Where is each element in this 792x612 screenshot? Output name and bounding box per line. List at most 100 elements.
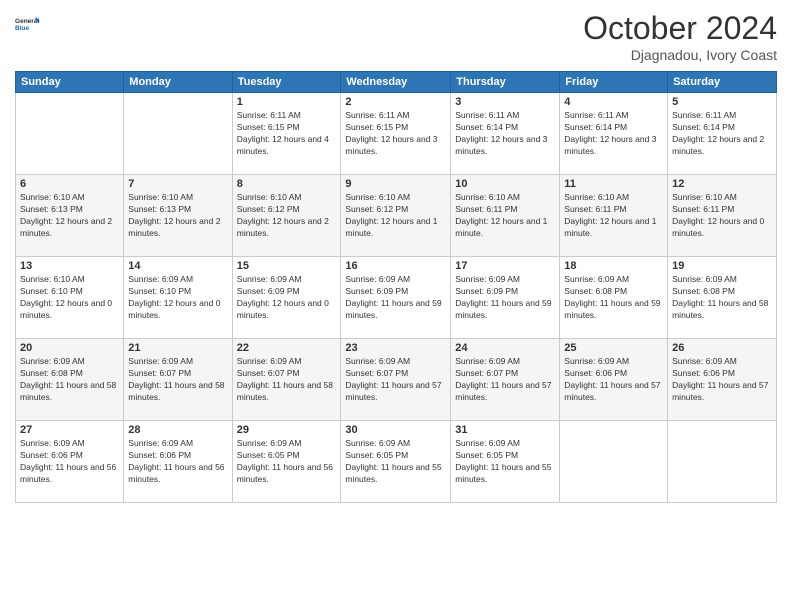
table-row: 3Sunrise: 6:11 AM Sunset: 6:14 PM Daylig… bbox=[451, 93, 560, 175]
calendar-week-row: 6 Sunrise: 6:10 AM Sunset: 6:13 PM Daylig… bbox=[16, 175, 777, 257]
table-row: 17 Sunrise: 6:09 AM Sunset: 6:09 PM Dayli… bbox=[451, 257, 560, 339]
table-row: 13 Sunrise: 6:10 AM Sunset: 6:10 PM Dayli… bbox=[16, 257, 124, 339]
day-info: Sunrise: 6:09 AM Sunset: 6:06 PM Dayligh… bbox=[672, 356, 772, 404]
day-info: Sunrise: 6:09 AM Sunset: 6:09 PM Dayligh… bbox=[237, 274, 337, 322]
col-thursday: Thursday bbox=[451, 72, 560, 93]
table-row: 11 Sunrise: 6:10 AM Sunset: 6:11 PM Dayli… bbox=[560, 175, 668, 257]
table-row: 28Sunrise: 6:09 AM Sunset: 6:06 PM Dayli… bbox=[124, 421, 232, 503]
table-row: 14Sunrise: 6:09 AM Sunset: 6:10 PM Dayli… bbox=[124, 257, 232, 339]
table-row bbox=[124, 93, 232, 175]
day-info: Sunrise: 6:09 AM Sunset: 6:05 PM Dayligh… bbox=[455, 438, 555, 486]
day-number: 26 bbox=[672, 342, 772, 354]
calendar-week-row: 27 Sunrise: 6:09 AM Sunset: 6:06 PM Dayli… bbox=[16, 421, 777, 503]
day-number: 11 bbox=[564, 178, 663, 190]
day-number: 6 bbox=[20, 178, 119, 190]
day-number: 18 bbox=[564, 260, 663, 272]
col-sunday: Sunday bbox=[16, 72, 124, 93]
table-row: 10 Sunrise: 6:10 AM Sunset: 6:11 PM Dayli… bbox=[451, 175, 560, 257]
table-row: 15 Sunrise: 6:09 AM Sunset: 6:09 PM Dayli… bbox=[232, 257, 341, 339]
table-row bbox=[668, 421, 777, 503]
day-info: Sunrise: 6:09 AM Sunset: 6:06 PM Dayligh… bbox=[20, 438, 119, 486]
calendar-page: GeneralBlue October 2024 Djagnadou, Ivor… bbox=[0, 0, 792, 612]
col-tuesday: Tuesday bbox=[232, 72, 341, 93]
day-info: Sunrise: 6:11 AM Sunset: 6:14 PM Dayligh… bbox=[455, 110, 555, 158]
table-row: 21Sunrise: 6:09 AM Sunset: 6:07 PM Dayli… bbox=[124, 339, 232, 421]
logo: GeneralBlue bbox=[15, 10, 43, 38]
day-number: 7 bbox=[128, 178, 227, 190]
calendar-week-row: 1 Sunrise: 6:11 AM Sunset: 6:15 PM Daylig… bbox=[16, 93, 777, 175]
table-row: 1 Sunrise: 6:11 AM Sunset: 6:15 PM Daylig… bbox=[232, 93, 341, 175]
table-row: 25 Sunrise: 6:09 AM Sunset: 6:06 PM Dayli… bbox=[560, 339, 668, 421]
day-number: 17 bbox=[455, 260, 555, 272]
day-number: 31 bbox=[455, 424, 555, 436]
table-row: 12 Sunrise: 6:10 AM Sunset: 6:11 PM Dayli… bbox=[668, 175, 777, 257]
day-number: 23 bbox=[345, 342, 446, 354]
table-row: 19 Sunrise: 6:09 AM Sunset: 6:08 PM Dayli… bbox=[668, 257, 777, 339]
table-row: 22 Sunrise: 6:09 AM Sunset: 6:07 PM Dayli… bbox=[232, 339, 341, 421]
day-info: Sunrise: 6:09 AM Sunset: 6:08 PM Dayligh… bbox=[672, 274, 772, 322]
day-number: 12 bbox=[672, 178, 772, 190]
day-info: Sunrise: 6:11 AM Sunset: 6:15 PM Dayligh… bbox=[345, 110, 446, 158]
day-info: Sunrise: 6:10 AM Sunset: 6:13 PM Dayligh… bbox=[128, 192, 227, 240]
day-info: Sunrise: 6:09 AM Sunset: 6:07 PM Dayligh… bbox=[237, 356, 337, 404]
day-info: Sunrise: 6:10 AM Sunset: 6:11 PM Dayligh… bbox=[564, 192, 663, 240]
day-number: 10 bbox=[455, 178, 555, 190]
svg-text:Blue: Blue bbox=[15, 25, 29, 32]
day-number: 21 bbox=[128, 342, 227, 354]
day-number: 19 bbox=[672, 260, 772, 272]
col-saturday: Saturday bbox=[668, 72, 777, 93]
day-number: 16 bbox=[345, 260, 446, 272]
day-info: Sunrise: 6:11 AM Sunset: 6:14 PM Dayligh… bbox=[564, 110, 663, 158]
day-number: 13 bbox=[20, 260, 119, 272]
day-info: Sunrise: 6:10 AM Sunset: 6:12 PM Dayligh… bbox=[237, 192, 337, 240]
calendar-week-row: 13 Sunrise: 6:10 AM Sunset: 6:10 PM Dayli… bbox=[16, 257, 777, 339]
day-number: 2 bbox=[345, 96, 446, 108]
day-info: Sunrise: 6:09 AM Sunset: 6:08 PM Dayligh… bbox=[20, 356, 119, 404]
table-row: 24 Sunrise: 6:09 AM Sunset: 6:07 PM Dayli… bbox=[451, 339, 560, 421]
table-row: 7 Sunrise: 6:10 AM Sunset: 6:13 PM Daylig… bbox=[124, 175, 232, 257]
day-number: 24 bbox=[455, 342, 555, 354]
day-info: Sunrise: 6:10 AM Sunset: 6:11 PM Dayligh… bbox=[672, 192, 772, 240]
day-info: Sunrise: 6:09 AM Sunset: 6:09 PM Dayligh… bbox=[455, 274, 555, 322]
day-info: Sunrise: 6:09 AM Sunset: 6:07 PM Dayligh… bbox=[455, 356, 555, 404]
day-info: Sunrise: 6:10 AM Sunset: 6:12 PM Dayligh… bbox=[345, 192, 446, 240]
month-title: October 2024 bbox=[583, 10, 777, 47]
day-info: Sunrise: 6:11 AM Sunset: 6:15 PM Dayligh… bbox=[237, 110, 337, 158]
day-info: Sunrise: 6:10 AM Sunset: 6:11 PM Dayligh… bbox=[455, 192, 555, 240]
day-number: 29 bbox=[237, 424, 337, 436]
day-number: 8 bbox=[237, 178, 337, 190]
table-row: 23Sunrise: 6:09 AM Sunset: 6:07 PM Dayli… bbox=[341, 339, 451, 421]
day-number: 1 bbox=[237, 96, 337, 108]
table-row: 6 Sunrise: 6:10 AM Sunset: 6:13 PM Daylig… bbox=[16, 175, 124, 257]
logo-icon: GeneralBlue bbox=[15, 10, 43, 38]
calendar-table: Sunday Monday Tuesday Wednesday Thursday… bbox=[15, 71, 777, 503]
title-area: October 2024 Djagnadou, Ivory Coast bbox=[583, 10, 777, 63]
day-number: 30 bbox=[345, 424, 446, 436]
day-number: 22 bbox=[237, 342, 337, 354]
table-row: 4 Sunrise: 6:11 AM Sunset: 6:14 PM Daylig… bbox=[560, 93, 668, 175]
day-info: Sunrise: 6:09 AM Sunset: 6:05 PM Dayligh… bbox=[237, 438, 337, 486]
day-number: 15 bbox=[237, 260, 337, 272]
day-number: 27 bbox=[20, 424, 119, 436]
header: GeneralBlue October 2024 Djagnadou, Ivor… bbox=[15, 10, 777, 63]
table-row: 30Sunrise: 6:09 AM Sunset: 6:05 PM Dayli… bbox=[341, 421, 451, 503]
day-number: 14 bbox=[128, 260, 227, 272]
table-row bbox=[16, 93, 124, 175]
day-info: Sunrise: 6:10 AM Sunset: 6:10 PM Dayligh… bbox=[20, 274, 119, 322]
col-wednesday: Wednesday bbox=[341, 72, 451, 93]
day-info: Sunrise: 6:09 AM Sunset: 6:06 PM Dayligh… bbox=[564, 356, 663, 404]
day-number: 28 bbox=[128, 424, 227, 436]
day-info: Sunrise: 6:09 AM Sunset: 6:08 PM Dayligh… bbox=[564, 274, 663, 322]
table-row: 27 Sunrise: 6:09 AM Sunset: 6:06 PM Dayli… bbox=[16, 421, 124, 503]
day-number: 4 bbox=[564, 96, 663, 108]
col-monday: Monday bbox=[124, 72, 232, 93]
table-row: 20Sunrise: 6:09 AM Sunset: 6:08 PM Dayli… bbox=[16, 339, 124, 421]
day-number: 5 bbox=[672, 96, 772, 108]
table-row: 18 Sunrise: 6:09 AM Sunset: 6:08 PM Dayli… bbox=[560, 257, 668, 339]
location-subtitle: Djagnadou, Ivory Coast bbox=[583, 47, 777, 63]
table-row: 5Sunrise: 6:11 AM Sunset: 6:14 PM Daylig… bbox=[668, 93, 777, 175]
table-row: 2 Sunrise: 6:11 AM Sunset: 6:15 PM Daylig… bbox=[341, 93, 451, 175]
day-number: 25 bbox=[564, 342, 663, 354]
table-row: 9Sunrise: 6:10 AM Sunset: 6:12 PM Daylig… bbox=[341, 175, 451, 257]
day-info: Sunrise: 6:10 AM Sunset: 6:13 PM Dayligh… bbox=[20, 192, 119, 240]
